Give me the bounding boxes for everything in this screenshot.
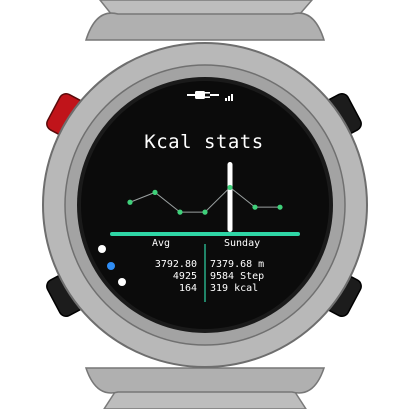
day-distance-value: 7379.68 m (210, 259, 265, 270)
chart-point (127, 199, 133, 205)
chart-point (177, 209, 183, 215)
chart-point (252, 204, 258, 210)
avg-distance-value: 3792.80 (154, 259, 197, 270)
day-kcal-value: 319 kcal (210, 283, 259, 294)
page-dot-active[interactable] (107, 262, 115, 270)
top-lugs (84, 12, 326, 41)
chart-point (152, 189, 158, 195)
avg-steps-value: 4925 (172, 271, 197, 282)
chart-selection-marker[interactable] (227, 162, 233, 232)
day-column-header: Sunday (224, 238, 261, 249)
chart-point (227, 184, 233, 191)
watch-face-screen: Kcal stats Avg Sunday 3792.80 4925 164 7… (0, 0, 409, 409)
chart-point (202, 209, 208, 215)
page-dot[interactable] (98, 245, 106, 253)
day-steps-value: 9584 Step (210, 271, 265, 282)
page-dot[interactable] (118, 278, 126, 286)
avg-kcal-value: 164 (178, 283, 197, 294)
watch-illustration (42, 0, 368, 409)
avg-column-header: Avg (152, 238, 171, 249)
screen-title: Kcal stats (144, 131, 264, 153)
chart-point (277, 204, 283, 210)
bottom-lugs (84, 367, 326, 394)
